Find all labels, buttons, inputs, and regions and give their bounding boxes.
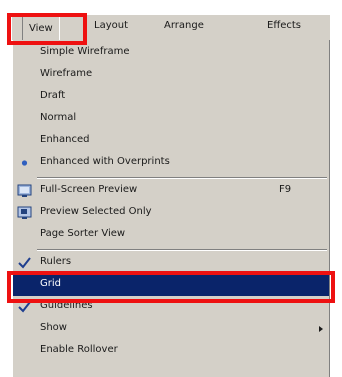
menu-item-simple-wireframe[interactable]: Simple Wireframe xyxy=(13,42,329,64)
menu-item-wireframe[interactable]: Wireframe xyxy=(13,64,329,86)
menu-separator xyxy=(37,177,327,179)
menu-item-page-sorter-view[interactable]: Page Sorter View xyxy=(13,224,329,246)
menu-item-shortcut: F9 xyxy=(279,184,292,195)
menu-item-full-screen-preview[interactable]: Full-Screen Preview F9 xyxy=(13,180,329,202)
menu-item-label: Draft xyxy=(40,90,66,101)
menu-effects-label: Effects xyxy=(267,20,301,31)
menu-effects[interactable]: Effects xyxy=(267,20,301,31)
menu-arrange[interactable]: Arrange xyxy=(164,20,204,31)
menu-item-label: Enhanced xyxy=(40,134,90,145)
full-screen-preview-icon xyxy=(17,183,32,198)
menu-arrange-label: Arrange xyxy=(164,20,204,31)
menu-item-enhanced[interactable]: Enhanced xyxy=(13,130,329,152)
menu-item-normal[interactable]: Normal xyxy=(13,108,329,130)
menu-layout[interactable]: Layout xyxy=(94,20,128,31)
menu-item-draft[interactable]: Draft xyxy=(13,86,329,108)
view-dropdown-menu: Simple Wireframe Wireframe Draft Normal … xyxy=(12,40,330,377)
submenu-arrow-icon xyxy=(319,326,323,332)
menu-item-enhanced-overprints[interactable]: Enhanced with Overprints xyxy=(13,152,329,174)
menu-item-label: Simple Wireframe xyxy=(40,46,130,57)
menu-item-label: Page Sorter View xyxy=(40,228,126,239)
menu-item-label: Enable Rollover xyxy=(40,344,118,355)
menu-item-label: Show xyxy=(40,322,67,333)
preview-selected-icon xyxy=(17,205,32,220)
screenshot-canvas: View Layout Arrange Effects Simple Wiref… xyxy=(0,0,342,377)
menu-item-label: Full-Screen Preview xyxy=(40,184,138,195)
checkmark-icon xyxy=(17,255,32,270)
menu-item-enable-rollover[interactable]: Enable Rollover xyxy=(13,340,329,362)
highlight-box-grid-item xyxy=(7,271,335,303)
menu-item-label: Normal xyxy=(40,112,77,123)
menu-separator xyxy=(37,249,327,251)
menu-item-label: Enhanced with Overprints xyxy=(40,156,170,167)
bullet-dot-icon xyxy=(17,155,32,170)
menu-item-label: Wireframe xyxy=(40,68,93,79)
menu-item-preview-selected-only[interactable]: Preview Selected Only xyxy=(13,202,329,224)
menu-item-show[interactable]: Show xyxy=(13,318,329,340)
menu-item-label: Rulers xyxy=(40,256,72,267)
menu-layout-label: Layout xyxy=(94,20,128,31)
highlight-box-view-menu xyxy=(7,13,87,45)
menu-item-label: Preview Selected Only xyxy=(40,206,152,217)
